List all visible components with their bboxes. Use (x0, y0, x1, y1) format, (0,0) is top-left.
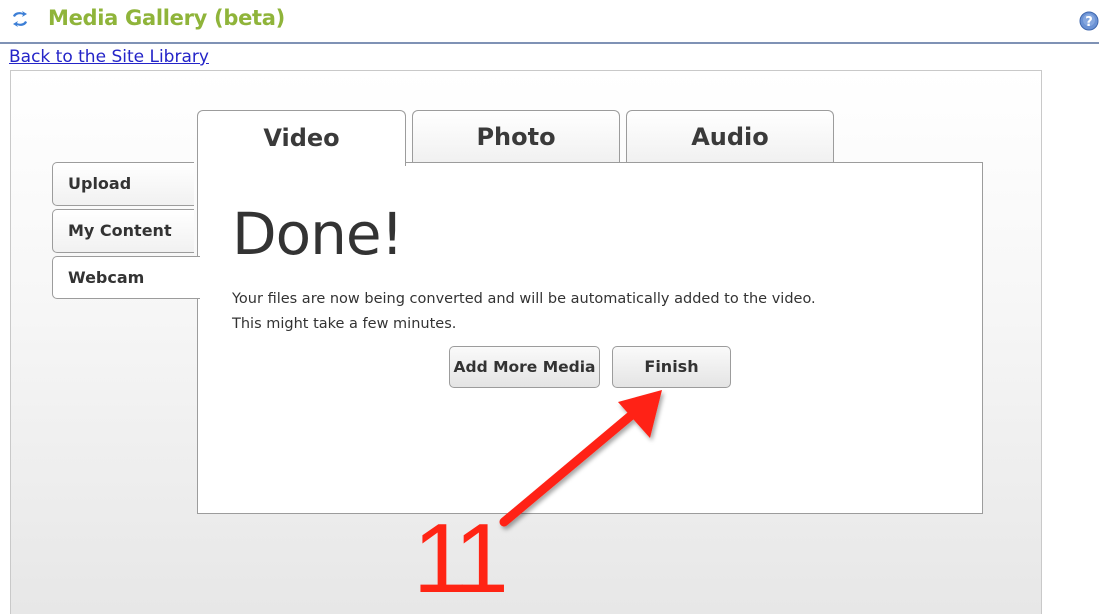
tab-audio[interactable]: Audio (626, 110, 834, 164)
tab-video[interactable]: Video (197, 110, 406, 166)
sync-arrows-icon[interactable] (10, 9, 30, 29)
side-tab-webcam[interactable]: Webcam (52, 256, 200, 299)
page-title: Media Gallery (beta) (48, 6, 285, 30)
wait-message: This might take a few minutes. (232, 316, 457, 332)
conversion-message: Your files are now being converted and w… (232, 291, 816, 307)
side-tab-upload[interactable]: Upload (52, 162, 194, 206)
annotation-step-number: 11 (413, 503, 509, 613)
page-header: Media Gallery (beta) ? (0, 0, 1099, 44)
tab-photo[interactable]: Photo (412, 110, 620, 164)
help-question-icon[interactable]: ? (1079, 11, 1099, 31)
back-to-site-library-link[interactable]: Back to the Site Library (9, 47, 209, 67)
svg-text:?: ? (1085, 15, 1093, 30)
side-tab-my-content[interactable]: My Content (52, 209, 194, 253)
done-heading: Done! (232, 200, 404, 268)
annotation-arrow-icon (499, 390, 662, 527)
